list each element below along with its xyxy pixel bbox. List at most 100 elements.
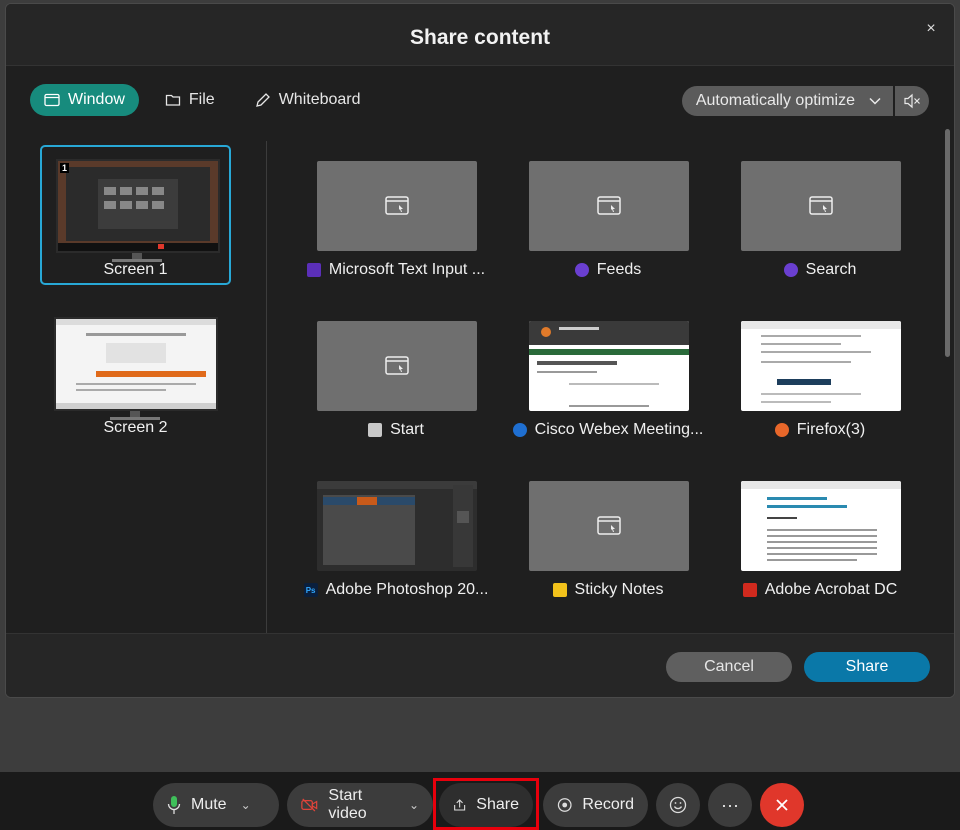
window-name: Cisco Webex Meeting... — [534, 421, 704, 438]
dialog-footer: Cancel Share — [6, 633, 954, 697]
record-button[interactable]: Record — [543, 783, 648, 827]
window-thumbnail — [741, 481, 901, 571]
window-thumbnail — [317, 481, 477, 571]
window-name: Feeds — [596, 261, 642, 278]
window-name: Firefox(3) — [796, 421, 866, 438]
optimize-dropdown[interactable]: Automatically optimize — [681, 86, 893, 116]
end-meeting-button[interactable] — [760, 783, 804, 827]
speaker-mute-icon — [904, 93, 920, 109]
chevron-down-icon[interactable]: ⌄ — [409, 798, 419, 812]
window-thumbnail — [529, 321, 689, 411]
window-thumbnail — [529, 161, 689, 251]
window-label-row: Adobe Acrobat DC — [725, 581, 915, 599]
screen-1-label: Screen 1 — [103, 261, 168, 278]
share-audio-toggle[interactable] — [895, 86, 929, 116]
start-video-label: Start video — [328, 787, 367, 822]
window-label-row: Cisco Webex Meeting... — [512, 421, 704, 439]
window-option-search[interactable]: Search — [725, 161, 915, 301]
smiley-icon — [669, 796, 687, 814]
tab-file[interactable]: File — [151, 84, 229, 116]
close-icon — [776, 799, 788, 811]
window-placeholder-icon — [597, 196, 621, 215]
window-option-cisco-webex[interactable]: Cisco Webex Meeting... — [512, 321, 704, 461]
window-placeholder-icon — [809, 196, 833, 215]
window-label-row: Firefox(3) — [725, 421, 915, 439]
window-list-scrollbar[interactable] — [945, 129, 950, 357]
video-off-icon — [301, 798, 318, 812]
window-thumbnail — [741, 161, 901, 251]
firefox-icon — [774, 423, 789, 437]
dialog-header: Share content × — [6, 4, 954, 66]
share-type-tabs: Window File Whiteboard — [30, 84, 375, 116]
window-thumbnail — [529, 481, 689, 571]
window-label-row: Start — [301, 421, 491, 439]
screen-number-badge: 1 — [60, 163, 70, 173]
start-icon — [368, 423, 383, 437]
tab-window[interactable]: Window — [30, 84, 139, 116]
tab-file-label: File — [188, 91, 215, 108]
window-label-row: Microsoft Text Input ... — [301, 261, 491, 279]
mute-label: Mute — [191, 796, 227, 813]
window-option-sticky-notes[interactable]: Sticky Notes — [513, 481, 703, 621]
search-icon — [783, 263, 798, 277]
more-options-button[interactable]: ··· — [708, 783, 752, 827]
window-option-firefox[interactable]: Firefox(3) — [725, 321, 915, 461]
screen-2-label: Screen 2 — [103, 419, 168, 436]
pencil-icon — [255, 93, 270, 107]
window-placeholder-icon — [597, 516, 621, 535]
share-button-highlight-box — [433, 778, 539, 830]
photoshop-icon: Ps — [303, 583, 318, 597]
mute-button[interactable]: Mute ⌄ — [153, 783, 279, 827]
screen-1-option[interactable]: 1 Screen 1 — [40, 145, 231, 285]
window-thumbnail — [317, 321, 477, 411]
window-option-photoshop[interactable]: Ps Adobe Photoshop 20... — [301, 481, 491, 621]
window-icon — [44, 93, 60, 107]
dialog-title: Share content — [409, 26, 551, 49]
close-icon[interactable]: × — [922, 20, 940, 38]
column-divider — [266, 141, 267, 634]
text-input-icon — [306, 263, 321, 277]
sticky-notes-icon — [552, 583, 567, 597]
share-content-dialog: Share content × Window File Whiteboard A… — [5, 3, 955, 698]
chevron-down-icon — [869, 97, 881, 105]
acrobat-icon — [742, 583, 757, 597]
window-placeholder-icon — [385, 356, 409, 375]
window-thumbnail — [741, 321, 901, 411]
window-label-row: Sticky Notes — [513, 581, 703, 599]
chevron-down-icon[interactable]: ⌄ — [241, 798, 251, 812]
window-name: Search — [805, 261, 857, 278]
feeds-icon — [574, 263, 589, 277]
window-option-microsoft-text-input[interactable]: Microsoft Text Input ... — [301, 161, 491, 301]
tab-whiteboard-label: Whiteboard — [278, 91, 361, 108]
screen-2-option[interactable]: Screen 2 — [40, 305, 231, 445]
share-button[interactable]: Share — [804, 652, 930, 682]
window-name: Adobe Photoshop 20... — [325, 581, 489, 598]
window-thumbnail — [317, 161, 477, 251]
window-name: Microsoft Text Input ... — [328, 261, 486, 278]
microphone-icon — [167, 796, 181, 814]
window-option-feeds[interactable]: Feeds — [513, 161, 703, 301]
tab-whiteboard[interactable]: Whiteboard — [241, 84, 375, 116]
webex-meeting-window: Share content × Window File Whiteboard A… — [0, 0, 960, 830]
window-option-adobe-acrobat[interactable]: Adobe Acrobat DC — [725, 481, 915, 621]
window-placeholder-icon — [385, 196, 409, 215]
window-label-row: Feeds — [513, 261, 703, 279]
optimize-value: Automatically optimize — [695, 92, 855, 109]
window-label-row: Search — [725, 261, 915, 279]
window-name: Start — [390, 421, 424, 438]
tab-window-label: Window — [68, 91, 125, 108]
screen-1-thumbnail: 1 — [56, 159, 220, 253]
cancel-button[interactable]: Cancel — [666, 652, 792, 682]
reactions-button[interactable] — [656, 783, 700, 827]
folder-icon — [165, 94, 181, 106]
record-icon — [557, 798, 572, 812]
window-label-row: Ps Adobe Photoshop 20... — [301, 581, 491, 599]
record-label: Record — [582, 796, 634, 813]
window-name: Adobe Acrobat DC — [764, 581, 898, 598]
window-name: Sticky Notes — [574, 581, 664, 598]
optimize-control: Automatically optimize — [681, 86, 929, 116]
webex-icon — [512, 423, 527, 437]
window-option-start[interactable]: Start — [301, 321, 491, 461]
screen-2-thumbnail — [54, 317, 218, 411]
start-video-button[interactable]: Start video ⌄ — [287, 783, 433, 827]
